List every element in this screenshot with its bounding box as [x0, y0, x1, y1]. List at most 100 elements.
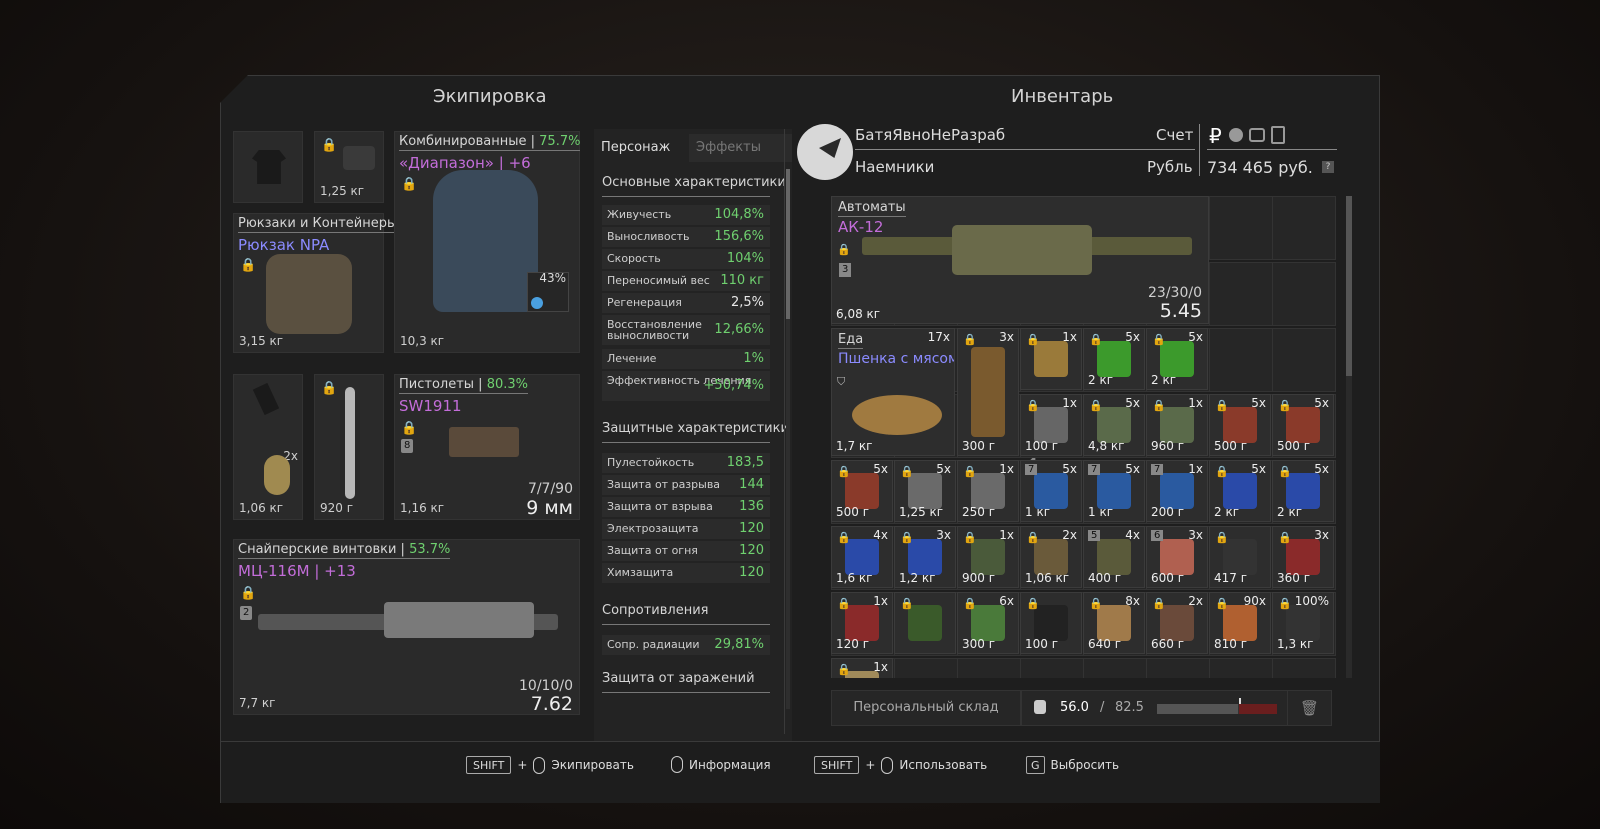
item-icon — [971, 539, 1005, 575]
stat-value: 144 — [739, 477, 764, 492]
sniper-slot[interactable]: Снайперские винтовки | 53.7% МЦ-116М | +… — [233, 539, 580, 715]
stat-row: Химзащита 120 — [602, 563, 770, 583]
inventory-item[interactable]: 🔒 1x — [1020, 328, 1082, 390]
stat-label: Выносливость — [607, 230, 690, 243]
stat-label: Защита от огня — [607, 544, 698, 557]
body-slot[interactable] — [233, 131, 303, 203]
inventory-item[interactable]: 🔒 — [894, 592, 956, 654]
grid-cell[interactable] — [1146, 658, 1210, 678]
inventory-item[interactable]: 🔒 100% 1,3 кг — [1272, 592, 1334, 654]
inventory-item[interactable]: 🔒 6x 300 г — [957, 592, 1019, 654]
item-weight: 640 г — [1088, 637, 1122, 651]
inventory-item[interactable]: 7 5x 1 кг — [1020, 460, 1082, 522]
tab-character[interactable]: Персонаж — [594, 134, 689, 162]
help-icon[interactable]: ? — [1322, 161, 1334, 173]
item-weight: 810 г — [1214, 637, 1248, 651]
personal-stash-button[interactable]: Персональный склад — [831, 690, 1021, 726]
inventory-item[interactable]: 6 3x 600 г — [1146, 526, 1208, 588]
item-weight: 200 г — [1151, 505, 1185, 519]
inventory-item[interactable]: 🔒 1x 250 г — [957, 460, 1019, 522]
inventory-item[interactable]: 🔒 5x 4,8 кг — [1083, 394, 1145, 456]
inventory-item[interactable]: 🔒 3x 1,2 кг — [894, 526, 956, 588]
weapon-name: АК-12 — [838, 218, 884, 236]
grid-cell[interactable] — [1272, 328, 1336, 392]
lock-icon: 🔒 — [837, 465, 851, 478]
stat-value: 136 — [739, 499, 764, 514]
melee-slot[interactable]: 🔒 920 г — [314, 374, 384, 520]
inventory-scrollbar[interactable] — [1346, 196, 1352, 678]
inventory-item[interactable]: 🔒 5x 2 кг — [1146, 328, 1208, 390]
inventory-item[interactable]: 🔒 100 г — [1020, 592, 1082, 654]
divider — [1207, 149, 1337, 150]
food-item[interactable]: Еда Пшенка с мясом 17x ⛉ 1,7 кг — [831, 328, 955, 456]
grid-cell[interactable] — [1209, 658, 1273, 678]
divider — [602, 692, 770, 693]
tshirt-icon — [252, 150, 286, 184]
item-quantity: 3x — [1188, 528, 1203, 542]
inventory-item[interactable]: 🔒 5x 2 кг — [1083, 328, 1145, 390]
inventory-item[interactable]: 7 5x 1 кг — [1083, 460, 1145, 522]
armor-container[interactable]: 43% — [527, 271, 569, 312]
inventory-item[interactable]: 🔒 2x 660 г — [1146, 592, 1208, 654]
grid-cell[interactable] — [957, 658, 1021, 678]
stats-scrollbar[interactable] — [786, 169, 790, 709]
backpack-slot[interactable]: Рюкзаки и Контейнеры Рюкзак NPA 🔒 3,15 к… — [233, 213, 398, 353]
item-icon — [1160, 407, 1194, 443]
inventory-item[interactable]: 🔒 5x 2 кг — [1272, 460, 1334, 522]
stat-value: 1% — [743, 351, 764, 366]
grid-cell[interactable] — [1272, 196, 1336, 260]
pistol-slot[interactable]: Пистолеты | 80.3% SW1911 🔒 8 7/7/90 9 мм… — [394, 374, 580, 520]
grid-cell[interactable] — [1209, 196, 1273, 260]
inventory-item[interactable]: 🔒 5x 500 г — [1209, 394, 1271, 456]
item-weight: 1,25 кг — [899, 505, 944, 519]
inventory-item[interactable]: 🔒 90x 810 г — [1209, 592, 1271, 654]
stats-panel: Персонаж Эффекты Основные характеристики… — [594, 129, 792, 785]
inventory-item[interactable]: 🔒 2x 1,06 кг — [1020, 526, 1082, 588]
stat-value: 12,66% — [714, 322, 764, 337]
inventory-item[interactable]: 🔒 4x 1,6 кг — [831, 526, 893, 588]
inventory-item[interactable]: 🔒 5x 1,25 кг — [894, 460, 956, 522]
inventory-item[interactable]: 🔒 5x 500 г — [1272, 394, 1334, 456]
grid-cell[interactable] — [1020, 658, 1084, 678]
grid-cell[interactable] — [1209, 262, 1273, 326]
inventory-item[interactable]: 🔒 8x 640 г — [1083, 592, 1145, 654]
inventory-item[interactable]: 🔒 1x 100 г — [1020, 394, 1082, 456]
inventory-item[interactable]: 🔒 1x 120 г — [831, 592, 893, 654]
inventory-item[interactable]: 🔒 1x 900 г — [957, 526, 1019, 588]
item-quantity: 5x — [1125, 462, 1140, 476]
coin-icon[interactable] — [1229, 128, 1243, 142]
resist-header: Сопротивления — [602, 603, 709, 618]
lock-icon: 🔒 — [837, 243, 851, 256]
inventory-item[interactable]: 🔒 417 г — [1209, 526, 1271, 588]
belt-slot[interactable]: 2x 1,06 кг — [233, 374, 303, 520]
inventory-item[interactable]: 7 1x 200 г — [1146, 460, 1208, 522]
device-icon[interactable] — [1271, 126, 1285, 144]
item-weight: 2 кг — [1088, 373, 1114, 387]
inventory-item[interactable]: 🔒 3x 360 г — [1272, 526, 1334, 588]
inventory-item[interactable]: 🔒 1x 960 г — [1146, 394, 1208, 456]
lock-icon: 🔒 — [963, 597, 977, 610]
trash-icon[interactable]: 🗑 — [1287, 690, 1332, 726]
inventory-item[interactable]: 🔒 3x 300 г — [957, 328, 1019, 456]
grid-cell[interactable] — [1209, 328, 1273, 392]
inventory-item[interactable]: 🔒 5x 500 г — [831, 460, 893, 522]
item-weight: 1,3 кг — [1277, 637, 1314, 651]
grid-cell[interactable] — [1272, 658, 1336, 678]
link-icon[interactable] — [1249, 128, 1265, 142]
grid-cell[interactable] — [1272, 262, 1336, 326]
backpack-icon — [266, 254, 352, 334]
item-quantity: 90x — [1243, 594, 1266, 608]
grid-cell[interactable] — [894, 658, 958, 678]
ruble-icon[interactable]: ₽ — [1209, 124, 1222, 148]
headgear-slot[interactable]: 🔒 1,25 кг — [314, 131, 384, 203]
weapon-item[interactable]: Автоматы АК-12 🔒 3 23/30/0 5.45 6,08 кг — [831, 196, 1209, 324]
inventory-grid[interactable]: Автоматы АК-12 🔒 3 23/30/0 5.45 6,08 кг … — [831, 196, 1341, 678]
tab-effects[interactable]: Эффекты — [689, 134, 792, 162]
stat-row: Сопр. радиации 29,81% — [602, 635, 770, 655]
inventory-item[interactable]: 5 4x 400 г — [1083, 526, 1145, 588]
inventory-item[interactable]: 🔒 5x 2 кг — [1209, 460, 1271, 522]
inventory-item[interactable]: 🔒 1x — [831, 658, 893, 678]
grid-cell[interactable] — [1083, 658, 1147, 678]
armor-slot[interactable]: Комбинированные | 75.7% «Диапазон» | +6 … — [394, 131, 581, 353]
plus-sign: + — [865, 758, 876, 772]
